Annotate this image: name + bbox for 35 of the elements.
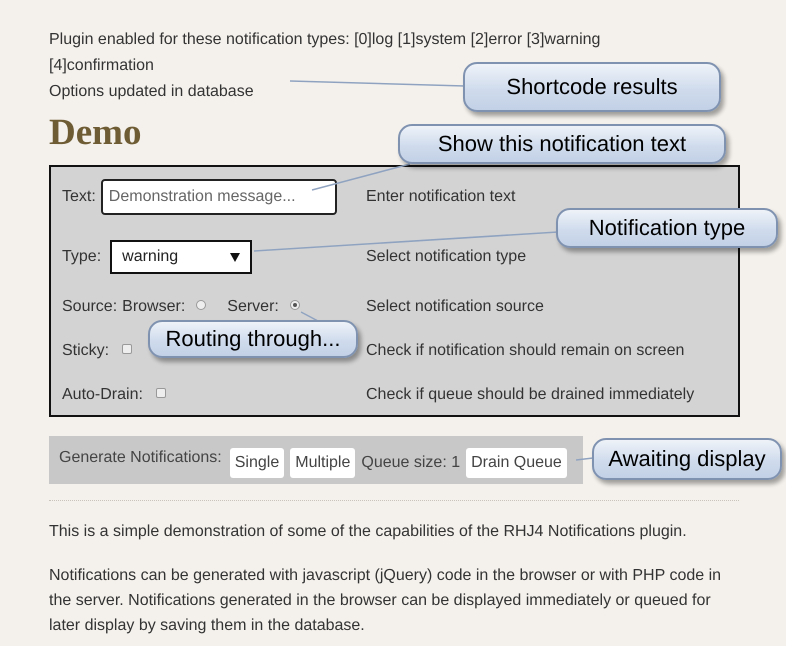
field-label: Sticky: — [62, 342, 110, 360]
field-hint: Select notification source — [366, 298, 544, 316]
description-paragraph: This is a simple demonstration of some of the capabilities of the RHJ4 Notifications plugin. — [49, 522, 688, 542]
caret-icon — [230, 252, 240, 262]
field-hint: Check if queue should be drained immediately — [366, 386, 694, 404]
field-hint: Select notification type — [366, 248, 526, 266]
checkbox[interactable] — [156, 388, 166, 398]
description-paragraph: Notifications can be generated with javascript (jQuery) code in the browser or with PHP code in the server. Notifications generated in the browser can be displayed immediately or queued for later display by saving them in the database. — [49, 566, 722, 636]
shortcode-result-text: Options updated in database — [49, 82, 254, 102]
generate-label: Generate Notifications: — [59, 449, 222, 467]
queue-size-text: Queue size: 1 — [361, 454, 460, 472]
callout-label: Notification type — [556, 208, 778, 248]
page-heading: Demo — [49, 111, 142, 155]
generate-button[interactable]: Drain Queue — [466, 448, 567, 478]
callout-label: Routing through... — [148, 320, 358, 358]
radio-button[interactable] — [196, 300, 206, 310]
callout-label: Awaiting display — [592, 438, 782, 480]
callout-label: Show this notification text — [398, 124, 726, 164]
type-dropdown[interactable]: warning — [110, 240, 252, 274]
field-hint: Check if notification should remain on screen — [366, 342, 684, 360]
generate-button[interactable]: Multiple — [290, 448, 356, 478]
callout-label: Shortcode results — [463, 62, 721, 112]
generate-button[interactable]: Single — [230, 448, 284, 478]
field-label: Type: — [62, 248, 102, 266]
field-hint: Enter notification text — [366, 188, 516, 206]
checkbox[interactable] — [122, 344, 132, 354]
leader-line — [300, 311, 318, 322]
field-label: Source: — [62, 298, 118, 316]
leader-line — [576, 457, 594, 461]
field-label: Auto-Drain: — [62, 386, 143, 404]
field-label: Text: — [62, 188, 96, 206]
text-input-field[interactable]: Demonstration message... — [100, 179, 337, 215]
radio-label: Browser: — [122, 298, 186, 316]
radio-button[interactable] — [290, 300, 300, 310]
radio-label: Server: — [227, 298, 279, 316]
